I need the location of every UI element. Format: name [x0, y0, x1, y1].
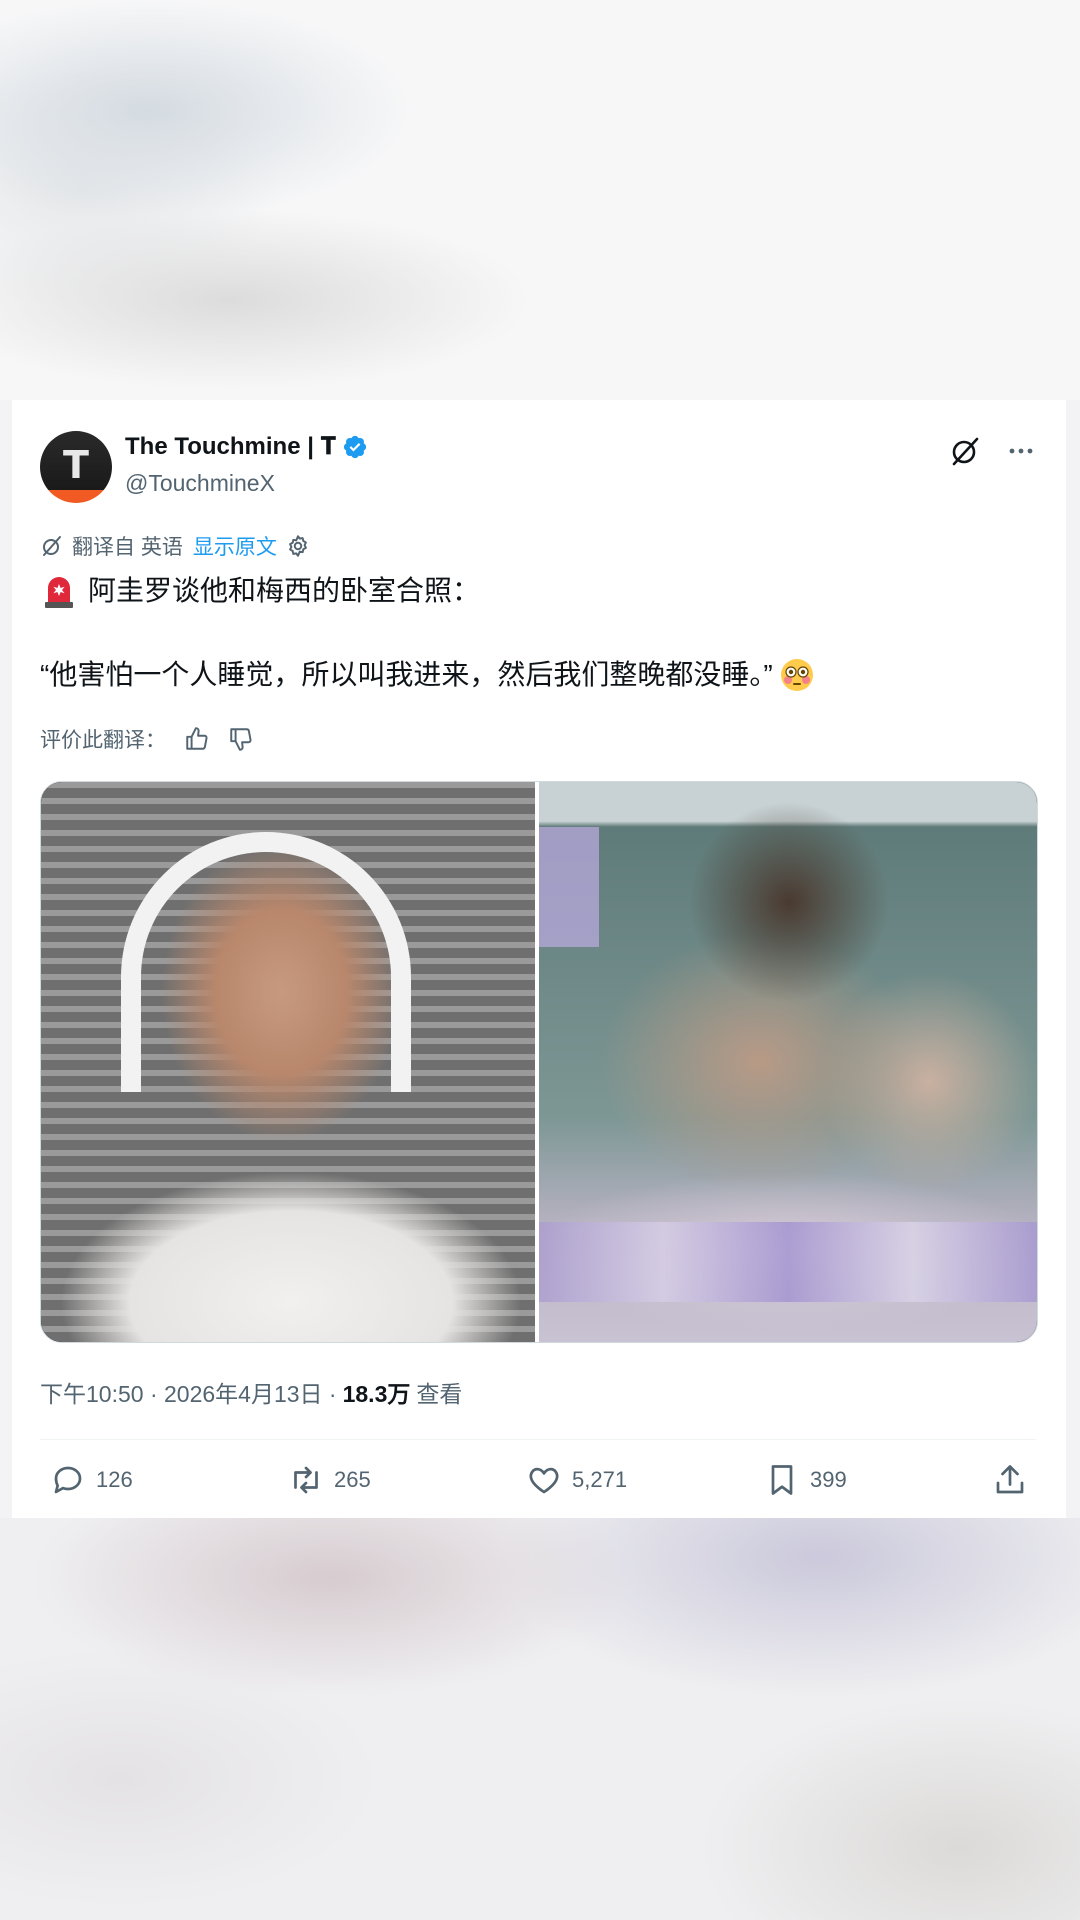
reply-button[interactable]: 126 — [50, 1462, 133, 1498]
post-text-spacer — [40, 612, 1030, 654]
heart-icon — [529, 1467, 559, 1494]
reply-count: 126 — [96, 1467, 133, 1492]
blurred-overlay — [539, 827, 599, 947]
reply-icon — [54, 1466, 82, 1494]
post-text-line-2: “他害怕一个人睡觉，所以叫我进来，然后我们整晚都没睡。” — [40, 654, 1030, 696]
bookmark-button[interactable]: 399 — [764, 1462, 847, 1498]
share-icon — [996, 1465, 1024, 1494]
rate-translation: 评价此翻译： — [40, 724, 254, 754]
translation-label: 翻译自 英语 — [72, 536, 183, 559]
post-text: 阿圭罗谈他和梅西的卧室合照： “他害怕一个人睡觉，所以叫我进来，然后我们整晚都没… — [40, 570, 1030, 696]
views-label: 查看 — [416, 1381, 463, 1407]
post-card[interactable]: T The Touchmine | 𝐓 @TouchmineX 翻译自 英语 显… — [12, 400, 1066, 1518]
grok-icon[interactable] — [948, 434, 982, 468]
divider — [40, 1439, 1036, 1440]
rate-translation-label: 评价此翻译： — [40, 729, 166, 752]
author-display-name[interactable]: The Touchmine | 𝐓 — [125, 433, 336, 461]
show-original-link[interactable]: 显示原文 — [193, 531, 277, 561]
post-text-quote: “他害怕一个人睡觉，所以叫我进来，然后我们整晚都没睡。” — [40, 659, 773, 690]
views-count: 18.3万 — [342, 1381, 411, 1407]
media-photo-bedroom[interactable] — [539, 782, 1037, 1342]
thumbs-down-icon[interactable] — [228, 726, 254, 752]
rotating-light-emoji-icon — [45, 577, 73, 608]
avatar[interactable]: T — [40, 431, 112, 503]
blurred-background-bottom — [0, 1518, 1080, 1920]
post-metadata: 下午10:50 · 2026年4月13日 · 18.3万 查看 — [40, 1375, 462, 1409]
post-text-line-1: 阿圭罗谈他和梅西的卧室合照： — [40, 570, 1030, 612]
repost-count: 265 — [334, 1467, 371, 1492]
translation-notice: 翻译自 英语 显示原文 — [40, 531, 311, 561]
repost-icon — [294, 1466, 318, 1494]
bookmark-count: 399 — [810, 1467, 847, 1492]
post-media[interactable] — [40, 781, 1038, 1343]
like-count: 5,271 — [572, 1467, 628, 1492]
headset-shape — [121, 832, 411, 1092]
post-timestamp[interactable]: 下午10:50 · 2026年4月13日 · — [40, 1375, 337, 1409]
blurred-background-top — [0, 0, 1080, 400]
grok-translate-icon — [43, 536, 61, 556]
repost-button[interactable]: 265 — [288, 1462, 371, 1498]
share-button[interactable] — [992, 1462, 1038, 1498]
blurred-caption-overlay — [539, 1222, 1037, 1302]
gear-icon[interactable] — [285, 533, 311, 559]
post-top-actions — [948, 434, 1038, 468]
media-photo-headset-man[interactable] — [41, 782, 535, 1342]
thumbs-up-icon[interactable] — [184, 726, 210, 752]
verified-badge-icon — [343, 435, 367, 459]
post-action-bar: 126 265 5,271 399 — [40, 1462, 1036, 1522]
flushed-face-emoji-icon — [780, 659, 813, 691]
avatar-logo: T — [63, 443, 89, 487]
bookmark-icon — [771, 1465, 793, 1495]
author-handle[interactable]: @TouchmineX — [125, 470, 275, 497]
post-text-headline: 阿圭罗谈他和梅西的卧室合照： — [88, 575, 481, 606]
author-name-row[interactable]: The Touchmine | 𝐓 — [125, 432, 368, 462]
like-button[interactable]: 5,271 — [526, 1462, 627, 1498]
more-options-icon[interactable] — [1004, 434, 1038, 468]
